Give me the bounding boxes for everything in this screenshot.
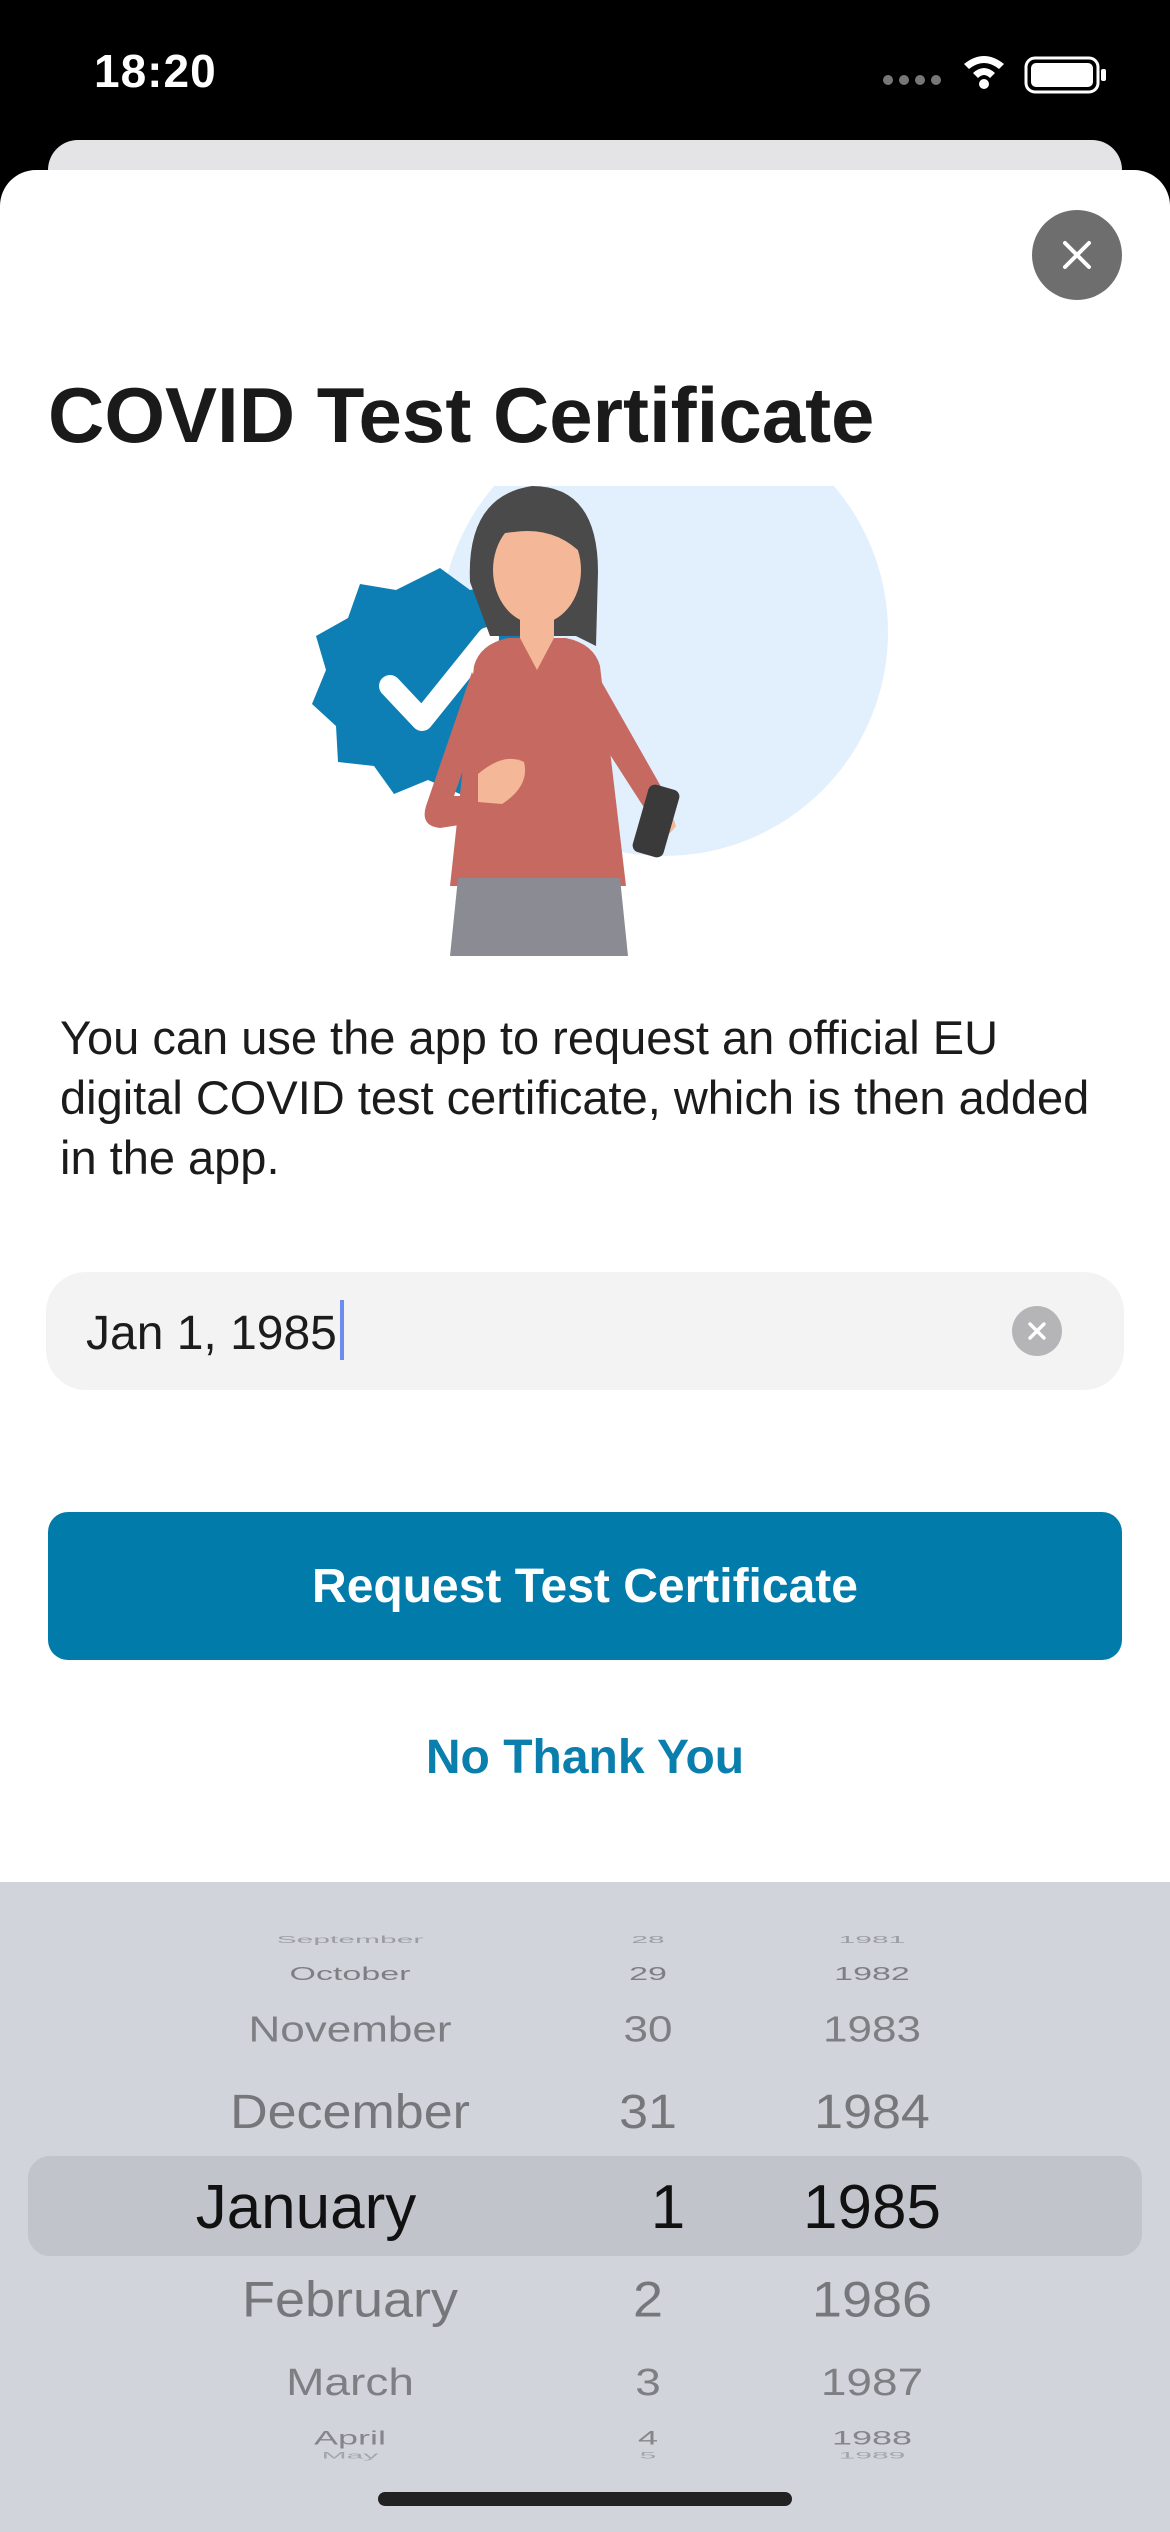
no-thank-you-button[interactable]: No Thank You xyxy=(0,1730,1170,1785)
clear-button[interactable] xyxy=(1012,1306,1062,1356)
year-option-selected[interactable]: 1985 xyxy=(672,2177,1072,2239)
year-option[interactable]: 1982 xyxy=(672,1965,1072,1984)
close-button[interactable] xyxy=(1032,210,1122,300)
year-option[interactable]: 1984 xyxy=(672,2088,1072,2136)
year-option[interactable]: 1987 xyxy=(672,2363,1072,2401)
year-option[interactable]: 1989 xyxy=(672,2451,1072,2461)
date-picker[interactable]: September October November December January F… xyxy=(0,1882,1170,2532)
signal-icon xyxy=(883,75,941,85)
home-indicator xyxy=(378,2492,792,2506)
month-option-selected[interactable]: January xyxy=(106,2177,506,2239)
year-option[interactable]: 1986 xyxy=(672,2275,1072,2325)
clear-icon xyxy=(1028,1322,1046,1340)
status-bar: 18:20 xyxy=(0,0,1170,150)
page-title: COVID Test Certificate xyxy=(48,371,875,459)
close-icon xyxy=(1063,241,1091,269)
text-cursor xyxy=(340,1300,344,1360)
date-value: Jan 1, 1985 xyxy=(86,1307,337,1360)
status-time: 18:20 xyxy=(94,45,217,97)
birthdate-input[interactable]: Jan 1, 1985 xyxy=(46,1272,1124,1390)
request-certificate-button[interactable]: Request Test Certificate xyxy=(48,1512,1122,1660)
background-circle xyxy=(669,915,671,917)
certificate-illustration xyxy=(312,486,888,956)
status-icons xyxy=(880,52,1120,103)
description-text: You can use the app to request an offici… xyxy=(60,1011,1090,1184)
year-option[interactable]: 1983 xyxy=(672,2012,1072,2048)
year-option[interactable]: 1988 xyxy=(672,2428,1072,2448)
battery-icon xyxy=(1024,56,1106,94)
wifi-icon xyxy=(964,56,1004,89)
year-option[interactable]: 1981 xyxy=(672,1935,1072,1946)
